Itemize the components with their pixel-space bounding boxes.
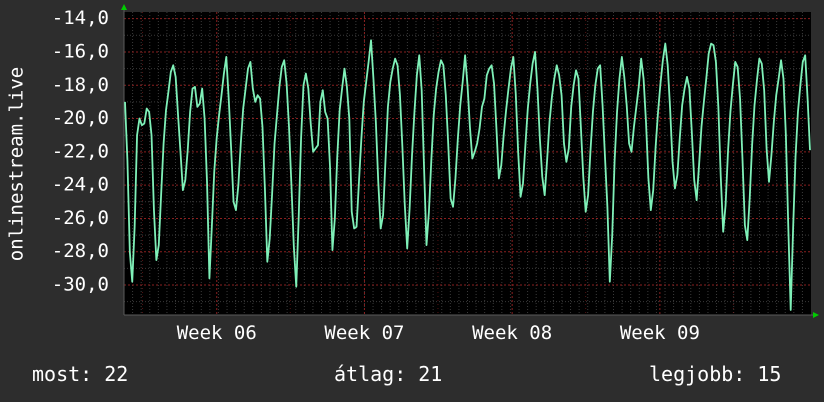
legend-average-value: 21 [418, 362, 443, 386]
legend-average-label: átlag: [334, 362, 407, 386]
y-axis-arrow [121, 4, 127, 10]
legend-best: legjobb: 15 [649, 362, 781, 386]
x-axis-arrow [813, 312, 819, 318]
y-tick-label: -14,0 [52, 7, 109, 29]
y-tick-label: -20,0 [52, 107, 109, 129]
y-tick-label: -24,0 [52, 174, 109, 196]
chart: -14,0 -16,0 -18,0 -20,0 -22,0 -24,0 -26,0 -28,0… [6, 4, 819, 344]
legend-current: most: 22 [32, 362, 128, 386]
y-tick-label: -28,0 [52, 240, 109, 262]
y-tick-label: -16,0 [52, 40, 109, 62]
y-tick-label: -22,0 [52, 140, 109, 162]
x-tick-label: Week 08 [472, 322, 552, 344]
y-tick-label: -18,0 [52, 74, 109, 96]
y-axis-label: onlinestream.live [6, 67, 28, 261]
y-tick-label: -26,0 [52, 207, 109, 229]
legend-best-value: 15 [757, 362, 782, 386]
legend-current-value: 22 [104, 362, 129, 386]
x-tick-labels: Week 06 Week 07 Week 08 Week 09 [177, 322, 700, 344]
legend-current-label: most: [32, 362, 93, 386]
x-tick-label: Week 06 [177, 322, 257, 344]
legend-best-label: legjobb: [649, 362, 746, 386]
y-tick-label: -30,0 [52, 274, 109, 296]
x-tick-label: Week 07 [324, 322, 404, 344]
x-tick-label: Week 09 [620, 322, 700, 344]
legend-average: átlag: 21 [334, 362, 442, 386]
y-tick-labels: -14,0 -16,0 -18,0 -20,0 -22,0 -24,0 -26,0 -28,0… [52, 7, 109, 295]
